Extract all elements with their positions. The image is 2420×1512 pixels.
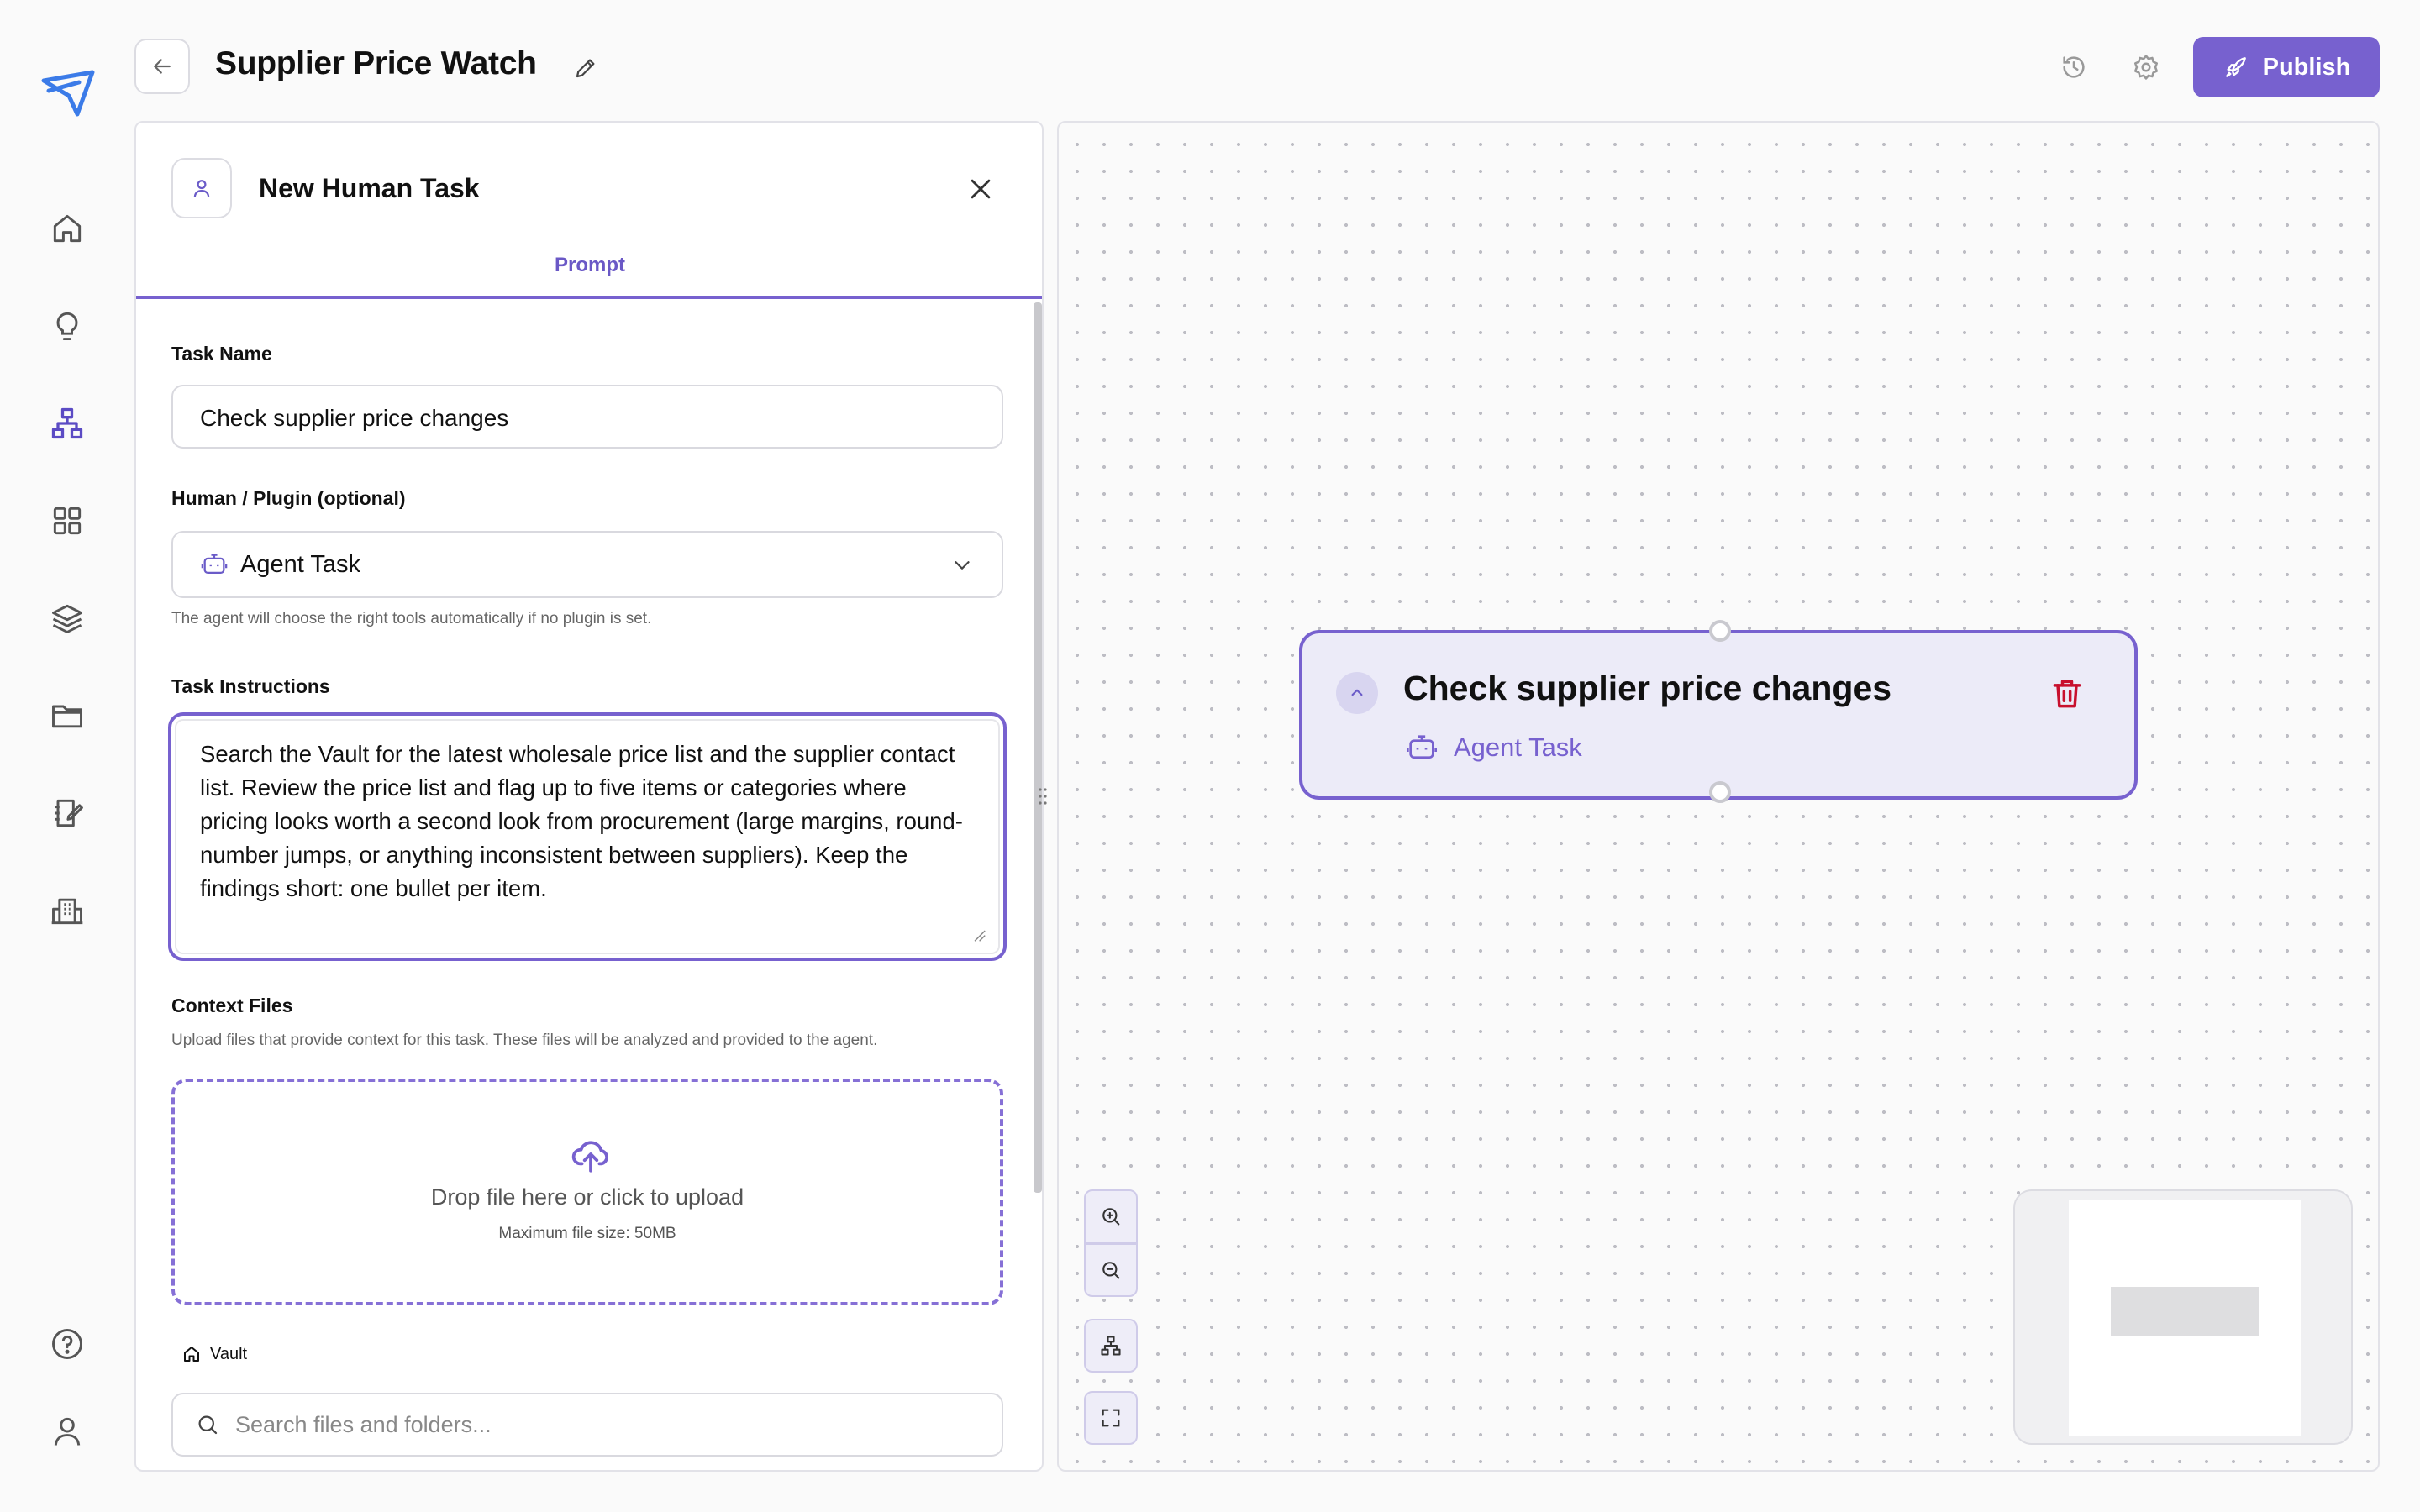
plugin-label: Human / Plugin (optional) <box>171 487 406 509</box>
gear-icon <box>2133 55 2159 80</box>
home-icon <box>184 1347 199 1362</box>
history-button[interactable] <box>2054 47 2094 87</box>
collapse-button[interactable] <box>1336 672 1378 714</box>
plugin-value: Agent Task <box>240 550 360 578</box>
context-files-helper: Upload files that provide context for th… <box>171 1032 878 1049</box>
dropzone-text: Drop file here or click to upload <box>430 1184 744 1210</box>
plugin-helper-text: The agent will choose the right tools au… <box>171 610 652 627</box>
robot-icon <box>1407 735 1437 759</box>
history-icon <box>2063 56 2085 78</box>
minimap[interactable] <box>2013 1189 2353 1445</box>
instructions-label: Task Instructions <box>171 675 330 697</box>
plugin-select[interactable]: Agent Task <box>171 531 1003 598</box>
minimap-node <box>2111 1287 2259 1336</box>
sidebar <box>0 0 134 1512</box>
zoom-in-icon <box>1102 1208 1120 1226</box>
vault-label: Vault <box>210 1344 248 1363</box>
node-output-handle[interactable] <box>1709 781 1731 803</box>
notebook-edit-icon[interactable] <box>40 786 94 840</box>
publish-label: Publish <box>2262 53 2351 81</box>
fit-view-button[interactable] <box>1084 1391 1138 1445</box>
logo-icon[interactable] <box>40 67 96 118</box>
help-icon[interactable] <box>40 1317 94 1371</box>
rocket-icon <box>2225 57 2246 77</box>
file-dropzone[interactable]: Drop file here or click to upload Maximu… <box>171 1079 1003 1305</box>
panel-scrollbar[interactable] <box>1034 302 1042 1193</box>
workflow-node[interactable]: Check supplier price changes Agent Task <box>1299 620 2138 803</box>
node-title: Check supplier price changes <box>1403 669 1892 707</box>
dropzone-subtext: Maximum file size: 50MB <box>498 1225 676 1242</box>
resize-handle-icon[interactable] <box>971 927 986 942</box>
node-type: Agent Task <box>1405 731 1582 764</box>
workflow-icon[interactable] <box>40 396 94 450</box>
node-type-label: Agent Task <box>1454 732 1582 762</box>
page-title: Supplier Price Watch <box>215 45 537 81</box>
user-icon <box>171 158 232 218</box>
lightbulb-icon[interactable] <box>40 299 94 353</box>
context-files-label: Context Files <box>171 995 293 1016</box>
building-icon[interactable] <box>40 884 94 937</box>
tab-prompt[interactable]: Prompt <box>136 249 1042 299</box>
delete-node-button[interactable] <box>2049 675 2086 712</box>
home-icon[interactable] <box>40 202 94 255</box>
task-name-input[interactable]: Check supplier price changes <box>171 385 1003 449</box>
grid-icon[interactable] <box>40 494 94 548</box>
chevron-down-icon <box>955 561 970 570</box>
node-input-handle[interactable] <box>1709 620 1731 642</box>
folder-icon[interactable] <box>40 689 94 743</box>
vault-breadcrumb[interactable]: Vault <box>182 1344 247 1364</box>
file-search-input[interactable]: Search files and folders... <box>171 1393 1003 1457</box>
fullscreen-icon <box>1102 1409 1120 1427</box>
back-button[interactable] <box>134 39 190 94</box>
workflow-icon <box>1101 1336 1121 1356</box>
close-icon <box>971 179 991 199</box>
instructions-text: Search the Vault for the latest wholesal… <box>200 741 963 901</box>
trash-icon <box>2053 680 2081 708</box>
zoom-out-button[interactable] <box>1084 1243 1138 1297</box>
chevron-up-icon <box>1351 689 1363 696</box>
task-panel: New Human Task Prompt Task Name Check su… <box>134 121 1044 1472</box>
robot-icon <box>201 554 228 575</box>
search-placeholder: Search files and folders... <box>235 1411 492 1437</box>
task-name-label: Task Name <box>171 343 272 365</box>
layers-icon[interactable] <box>40 591 94 645</box>
publish-button[interactable]: Publish <box>2193 37 2380 97</box>
pencil-icon <box>576 59 595 78</box>
search-icon <box>198 1415 218 1435</box>
panel-title: New Human Task <box>259 173 480 203</box>
arrow-left-icon <box>154 59 171 74</box>
close-button[interactable] <box>961 170 1000 208</box>
cloud-upload-icon <box>571 1141 608 1173</box>
user-icon[interactable] <box>40 1404 94 1458</box>
zoom-out-icon <box>1102 1262 1120 1279</box>
settings-button[interactable] <box>2126 47 2166 87</box>
zoom-in-button[interactable] <box>1084 1189 1138 1243</box>
panel-resize-handle[interactable] <box>1037 786 1049 806</box>
task-instructions-textarea[interactable]: Search the Vault for the latest wholesal… <box>168 712 1007 961</box>
edit-title-button[interactable] <box>568 50 603 86</box>
auto-layout-button[interactable] <box>1084 1319 1138 1373</box>
